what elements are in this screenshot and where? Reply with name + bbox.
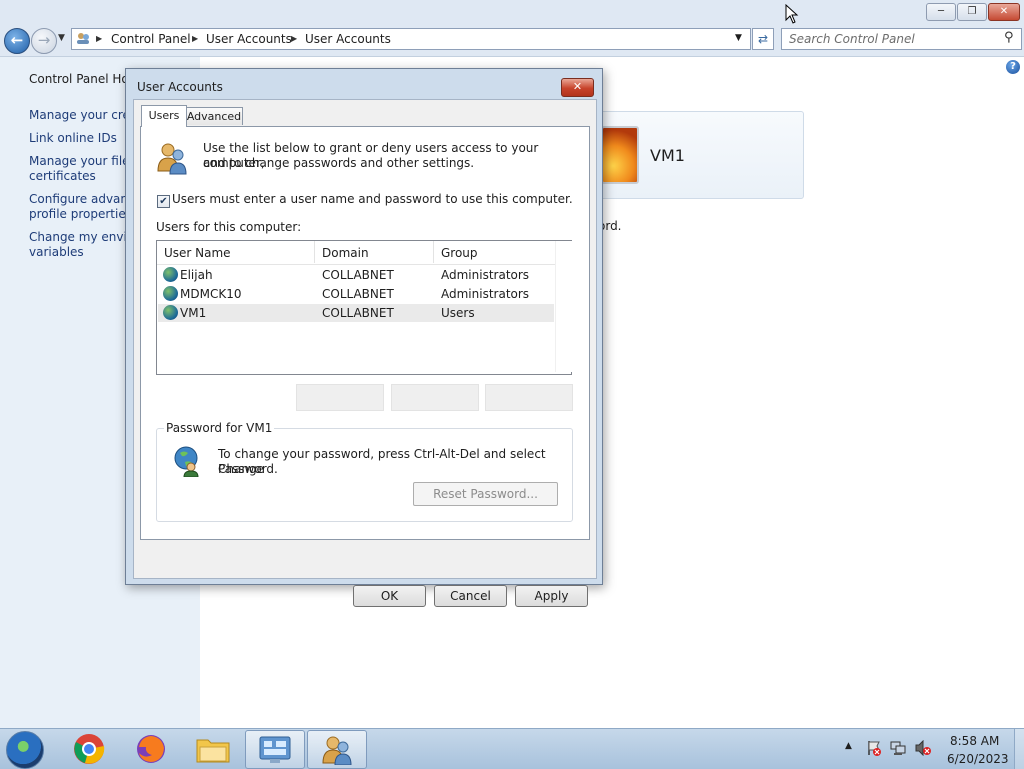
firefox-icon [135,733,167,765]
require-password-label[interactable]: Users must enter a user name and passwor… [172,192,573,207]
user-properties-button[interactable] [485,384,573,411]
password-groupbox: Password for VM1 To change your password… [156,421,573,522]
cell-domain: COLLABNET [322,306,394,320]
user-accounts-icon [321,735,353,766]
password-group-title: Password for VM1 [164,421,275,435]
column-header-group[interactable]: Group [434,241,555,263]
dialog-close-button[interactable]: ✕ [561,78,594,97]
user-accounts-dialog: User Accounts ✕ Users Advanced Use the l… [125,68,603,607]
list-header: User Name Domain Group [157,241,555,265]
recent-pages-dropdown[interactable]: ▼ [58,33,65,43]
refresh-button[interactable]: ⇄ [752,28,774,50]
password-instruction-line-2: Password. [218,462,278,476]
network-icon[interactable] [890,740,906,756]
cell-domain: COLLABNET [322,287,394,301]
restore-button[interactable]: ❐ [957,3,987,21]
intro-line-2: and to change passwords and other settin… [203,156,475,170]
address-dropdown-icon[interactable]: ▼ [735,33,742,43]
clock-date[interactable]: 6/20/2023 [947,752,1009,766]
breadcrumb-arrow-icon: ▶ [291,34,298,43]
dialog-title: User Accounts [137,80,223,94]
ok-button[interactable]: OK [353,585,426,607]
user-icon [163,267,178,282]
mouse-cursor-icon [785,3,799,24]
users-list[interactable]: User Name Domain Group Elijah COLLABNET … [156,240,572,375]
require-password-checkbox[interactable]: ✔ [157,195,170,208]
reset-password-button[interactable]: Reset Password... [413,482,558,506]
show-desktop-button[interactable] [1014,729,1024,769]
chrome-icon [73,733,105,765]
help-icon[interactable]: ? [1006,60,1020,74]
cell-domain: COLLABNET [322,268,394,282]
show-hidden-icons-icon[interactable]: ▲ [845,741,852,751]
column-header-user-name[interactable]: User Name [157,241,315,263]
breadcrumb-user-accounts[interactable]: User Accounts [206,31,292,47]
address-bar[interactable]: ▶ Control Panel ▶ User Accounts ▶ User A… [71,28,751,50]
user-icon [163,305,178,320]
table-row[interactable]: MDMCK10 COLLABNET Administrators [158,285,554,303]
breadcrumb-control-panel[interactable]: Control Panel [111,31,191,47]
taskbar-file-explorer[interactable] [184,730,242,767]
user-icon [163,286,178,301]
taskbar: ▲ 8:58 AM 6/20/2023 [0,728,1024,769]
taskbar-user-accounts[interactable] [307,730,367,769]
column-header-domain[interactable]: Domain [315,241,434,263]
users-list-label: Users for this computer: [156,220,302,234]
table-row[interactable]: Elijah COLLABNET Administrators [158,266,554,284]
control-panel-icon [258,735,292,765]
search-placeholder: Search Control Panel [789,32,915,46]
close-window-button[interactable]: ✕ [988,3,1020,21]
breadcrumb-arrow-icon: ▶ [96,34,103,43]
action-center-flag-icon[interactable] [866,740,882,756]
control-panel-icon [76,31,90,45]
cell-user-name: VM1 [180,306,207,320]
file-explorer-icon [196,735,230,763]
add-user-button[interactable] [296,384,384,411]
account-picture[interactable] [601,126,639,184]
account-name: VM1 [650,146,685,165]
cancel-button[interactable]: Cancel [434,585,507,607]
back-button[interactable]: ← [4,28,30,54]
taskbar-firefox[interactable] [122,730,180,767]
cell-user-name: Elijah [180,268,213,282]
apply-button[interactable]: Apply [515,585,588,607]
volume-muted-icon[interactable] [914,739,932,757]
breadcrumb-arrow-icon: ▶ [192,34,199,43]
taskbar-control-panel[interactable] [245,730,305,769]
dialog-body: Users Advanced Use the list below to gra… [133,99,597,579]
minimize-button[interactable]: ─ [926,3,956,21]
search-input[interactable]: Search Control Panel ⚲ [781,28,1022,50]
list-scroll-area[interactable] [555,241,572,372]
users-group-icon [155,141,189,175]
tab-advanced[interactable]: Advanced [185,107,243,125]
breadcrumb-user-accounts-current[interactable]: User Accounts [305,31,391,47]
table-row-selected[interactable]: VM1 COLLABNET Users [158,304,554,322]
cell-group: Administrators [441,268,530,282]
tab-users[interactable]: Users [141,105,187,127]
account-card: VM1 [594,111,804,199]
users-tab-page: Use the list below to grant or deny user… [140,126,590,540]
cell-user-name: MDMCK10 [180,287,242,301]
clock-time[interactable]: 8:58 AM [950,734,999,748]
cell-group: Users [441,306,475,320]
window-titlebar [0,0,1024,26]
search-icon[interactable]: ⚲ [1004,30,1014,45]
user-password-icon [171,445,201,478]
taskbar-chrome[interactable] [60,730,118,767]
start-button-icon[interactable] [6,731,44,769]
forward-button[interactable]: → [31,28,57,54]
cell-group: Administrators [441,287,530,301]
remove-user-button[interactable] [391,384,479,411]
